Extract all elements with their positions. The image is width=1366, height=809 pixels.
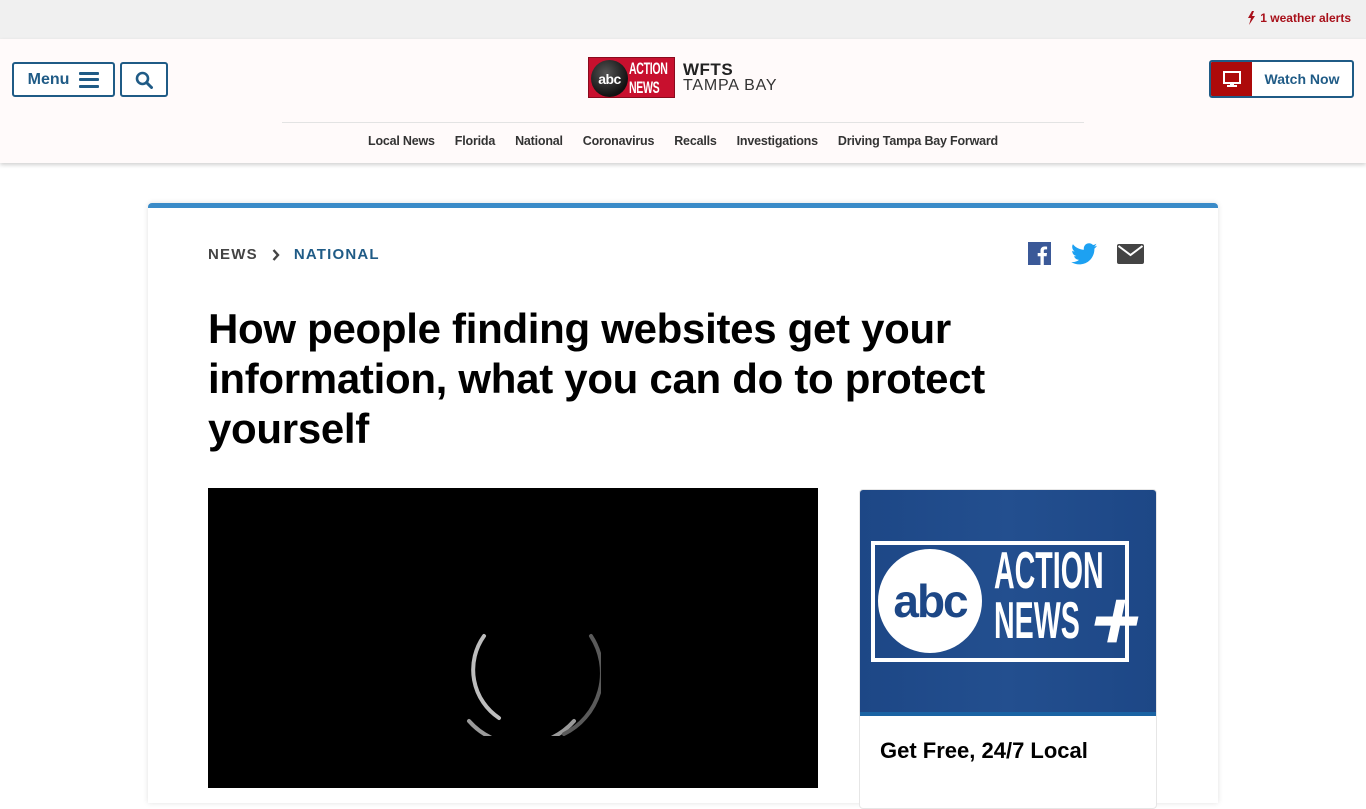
action-news-plus-promo[interactable]: abc ACTION NEWS + Get Free, 24/7 Local [859, 489, 1157, 809]
action-news-text: ACTION NEWS [629, 59, 668, 97]
site-header: Menu abc ACTION NEWS WFTS TAMPA BAY Watc… [0, 39, 1366, 163]
station-logo[interactable]: abc ACTION NEWS WFTS TAMPA BAY [588, 57, 777, 98]
nav-item-florida[interactable]: Florida [455, 134, 495, 148]
search-icon [135, 71, 153, 89]
email-share-button[interactable] [1117, 243, 1144, 264]
nav-item-investigations[interactable]: Investigations [737, 134, 818, 148]
menu-label: Menu [27, 70, 70, 88]
twitter-share-button[interactable] [1071, 242, 1097, 265]
nav-item-recalls[interactable]: Recalls [674, 134, 717, 148]
article-card: NEWS NATIONAL How people finding website… [148, 203, 1218, 809]
share-buttons [1028, 242, 1144, 265]
nav-item-local-news[interactable]: Local News [368, 134, 435, 148]
loading-spinner-icon [467, 634, 601, 736]
weather-alerts-link[interactable]: 1 weather alerts [1247, 11, 1351, 25]
breadcrumb-news[interactable]: NEWS [208, 246, 258, 263]
promo-abc-logo: abc [878, 549, 982, 653]
station-market: TAMPA BAY [683, 76, 778, 94]
breadcrumb-national[interactable]: NATIONAL [294, 246, 380, 263]
twitter-icon [1071, 242, 1097, 264]
tv-icon [1211, 62, 1252, 96]
nav-item-coronavirus[interactable]: Coronavirus [583, 134, 655, 148]
facebook-icon [1028, 242, 1051, 265]
station-call-sign: WFTS [683, 59, 734, 79]
search-button[interactable] [120, 62, 168, 97]
chevron-right-icon [272, 248, 280, 261]
nav-divider [282, 122, 1084, 123]
watch-now-button[interactable]: Watch Now [1209, 60, 1354, 98]
menu-button[interactable]: Menu [12, 62, 115, 97]
nav-item-national[interactable]: National [515, 134, 563, 148]
abc-action-news-badge: abc ACTION NEWS [588, 57, 675, 98]
watch-now-label: Watch Now [1264, 71, 1340, 87]
breadcrumb: NEWS NATIONAL [208, 246, 380, 263]
hamburger-icon [79, 71, 100, 88]
weather-alerts-text: 1 weather alerts [1260, 11, 1351, 25]
promo-title: Get Free, 24/7 Local [880, 738, 1088, 763]
video-player[interactable] [208, 488, 818, 788]
article-headline: How people finding websites get your inf… [208, 305, 985, 452]
facebook-share-button[interactable] [1028, 242, 1051, 265]
lightning-bolt-icon [1248, 11, 1256, 25]
email-icon [1117, 243, 1144, 264]
weather-alert-bar: 1 weather alerts [0, 0, 1366, 39]
main-nav: Local News Florida National Coronavirus … [0, 134, 1366, 148]
promo-image: abc ACTION NEWS + [860, 490, 1156, 716]
nav-item-driving-tampa-bay-forward[interactable]: Driving Tampa Bay Forward [838, 134, 998, 148]
abc-logo-circle: abc [591, 60, 628, 97]
